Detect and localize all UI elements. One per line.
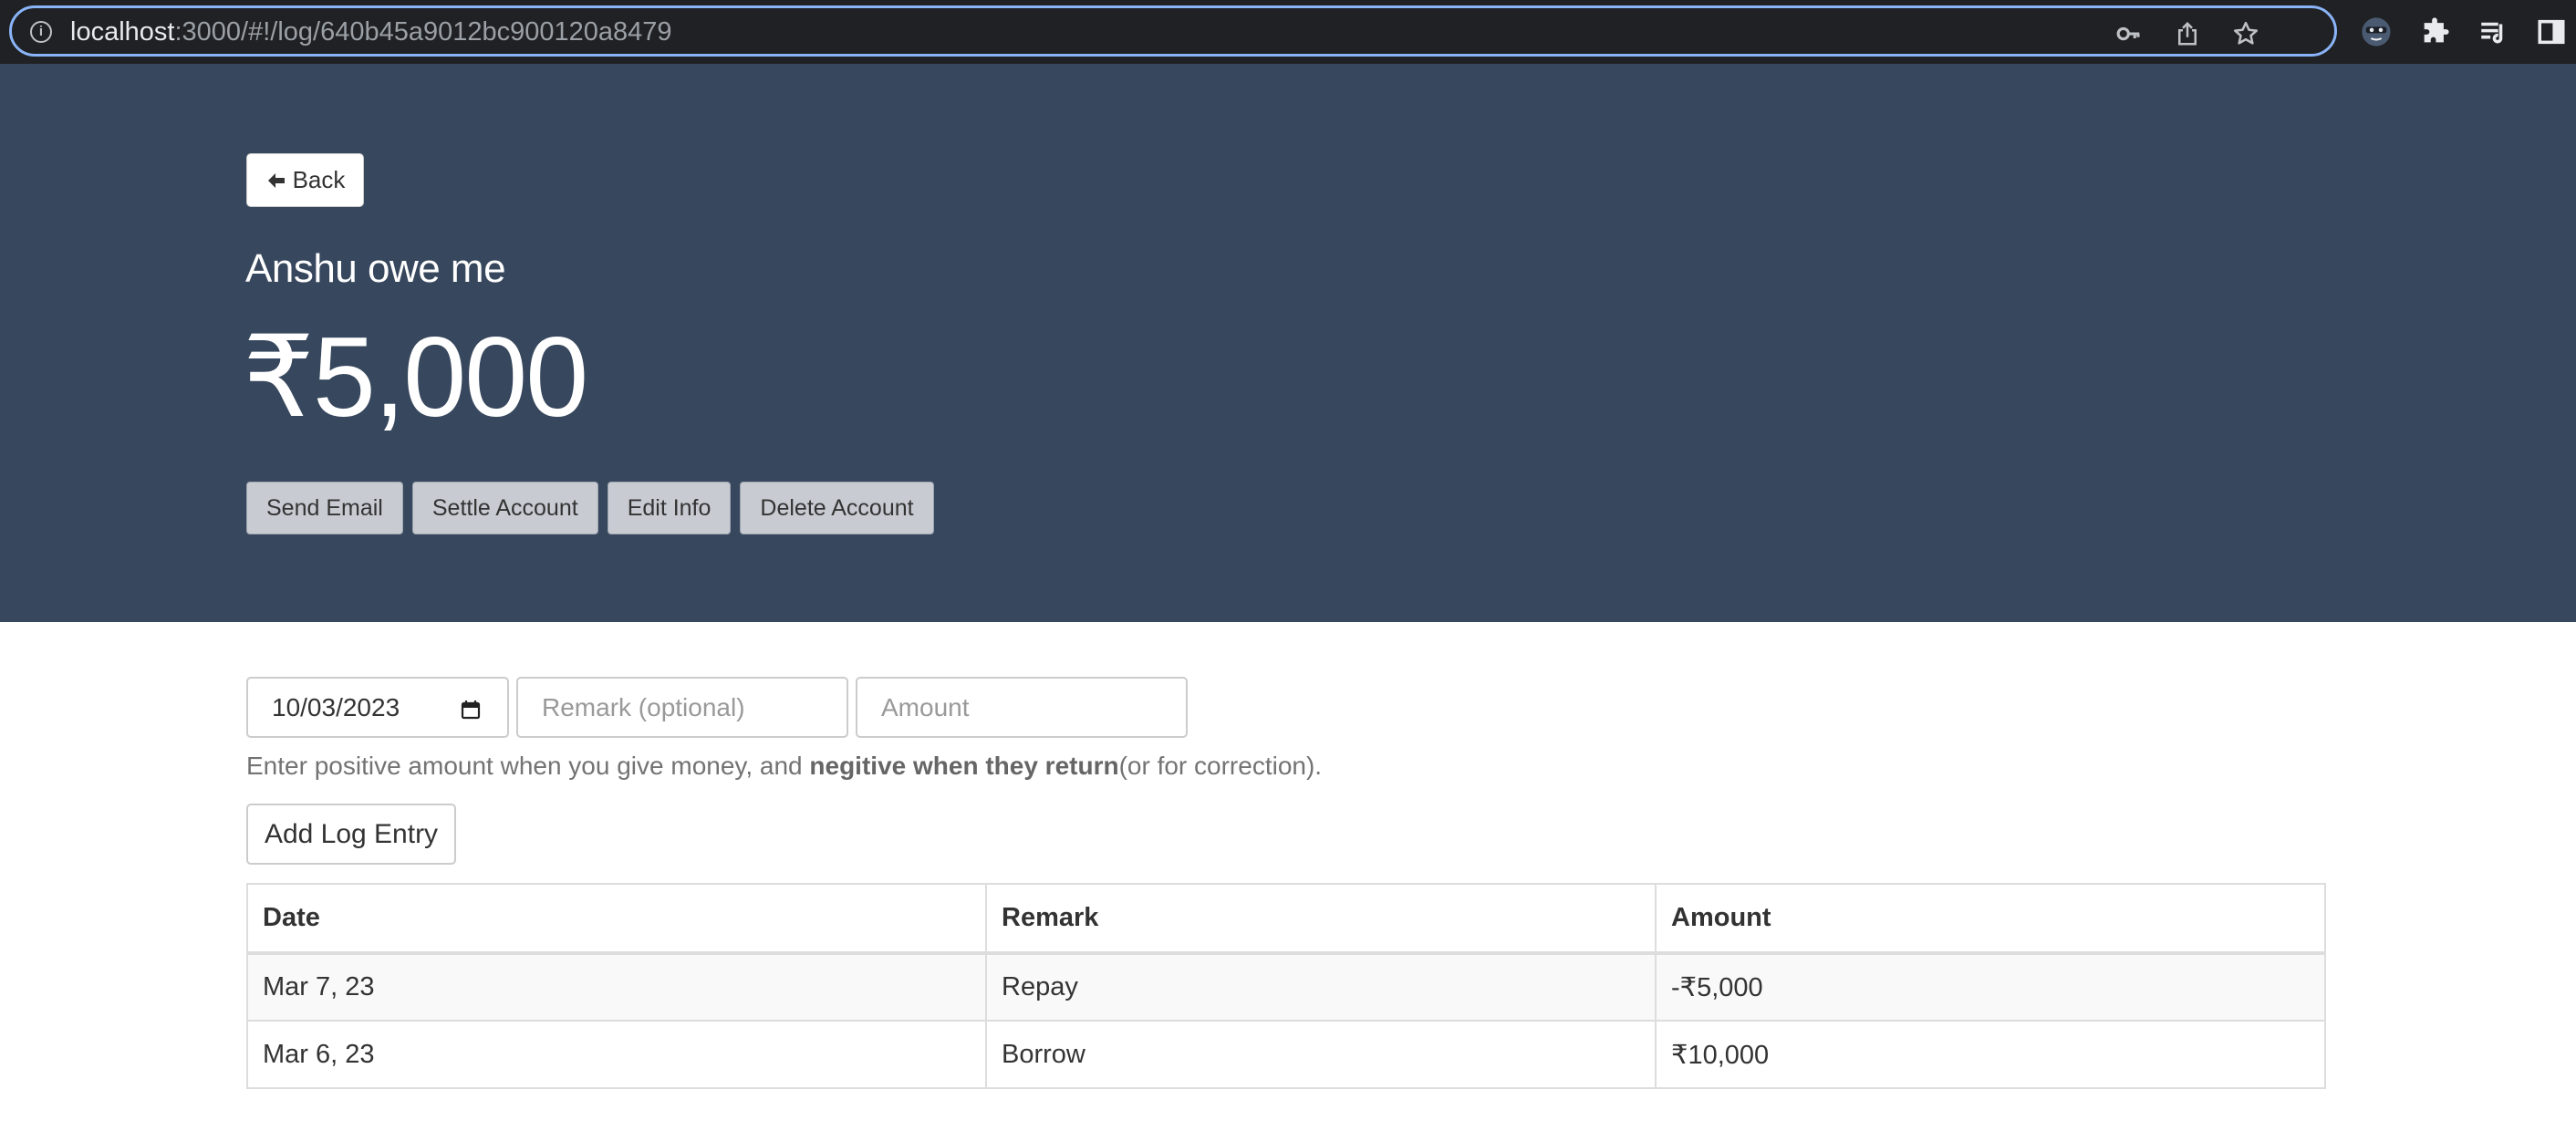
cell-remark: Repay (985, 952, 1657, 1022)
share-icon[interactable] (2174, 20, 2201, 47)
balance-amount: ₹5,000 (243, 315, 588, 441)
remark-placeholder: Remark (optional) (542, 692, 745, 721)
info-icon[interactable]: i (30, 21, 52, 43)
account-header: Back Anshu owe me ₹5,000 Send Email Sett… (0, 64, 2576, 622)
reading-list-icon[interactable] (2477, 16, 2508, 47)
date-input[interactable]: 10/03/2023 (246, 677, 509, 738)
url-path: :3000/#!/log/640b45a9012bc900120a8479 (174, 17, 672, 47)
cell-amount: -₹5,000 (1655, 952, 2326, 1022)
log-table: Date Remark Amount Mar 7, 23 Repay -₹5,0… (246, 883, 2326, 1089)
account-actions: Send Email Settle Account Edit Info Dele… (246, 482, 934, 534)
hint-bold: negitive when they return (809, 752, 1119, 780)
page-title: Anshu owe me (245, 246, 506, 291)
table-row: Mar 6, 23 Borrow ₹10,000 (246, 1020, 2326, 1089)
address-bar[interactable]: i localhost:3000/#!/log/640b45a9012bc900… (9, 5, 2337, 57)
column-header-date: Date (246, 883, 987, 955)
profile-avatar-icon[interactable] (2361, 16, 2392, 47)
cell-amount: ₹10,000 (1655, 1020, 2326, 1089)
hint-suffix: (or for correction). (1118, 752, 1323, 780)
column-header-amount: Amount (1655, 883, 2326, 955)
extensions-icon[interactable] (2419, 16, 2450, 47)
amount-help-text: Enter positive amount when you give mone… (246, 752, 1322, 781)
send-email-button[interactable]: Send Email (246, 482, 403, 534)
settle-account-button[interactable]: Settle Account (411, 482, 598, 534)
delete-account-button[interactable]: Delete Account (740, 482, 934, 534)
date-value: 10/03/2023 (272, 692, 400, 721)
cell-date: Mar 6, 23 (246, 1020, 987, 1089)
url-text[interactable]: localhost:3000/#!/log/640b45a9012bc90012… (70, 16, 672, 47)
back-label: Back (292, 166, 346, 193)
table-row: Mar 7, 23 Repay -₹5,000 (246, 952, 2326, 1022)
add-log-entry-button[interactable]: Add Log Entry (246, 804, 456, 865)
cell-remark: Borrow (985, 1020, 1657, 1089)
calendar-icon[interactable] (460, 699, 482, 721)
amount-placeholder: Amount (881, 692, 970, 721)
star-icon[interactable] (2232, 20, 2259, 47)
column-header-remark: Remark (985, 883, 1657, 955)
url-host: localhost (70, 17, 175, 47)
arrow-left-icon (267, 172, 285, 188)
key-icon[interactable] (2115, 20, 2143, 47)
back-button[interactable]: Back (246, 153, 364, 207)
amount-input[interactable]: Amount (856, 677, 1188, 738)
cell-date: Mar 7, 23 (246, 952, 987, 1022)
table-header-row: Date Remark Amount (246, 883, 2326, 955)
browser-toolbar: i localhost:3000/#!/log/640b45a9012bc900… (0, 0, 2576, 64)
hint-prefix: Enter positive amount when you give mone… (246, 752, 810, 780)
remark-input[interactable]: Remark (optional) (516, 677, 848, 738)
side-panel-icon[interactable] (2536, 16, 2567, 47)
edit-info-button[interactable]: Edit Info (607, 482, 732, 534)
